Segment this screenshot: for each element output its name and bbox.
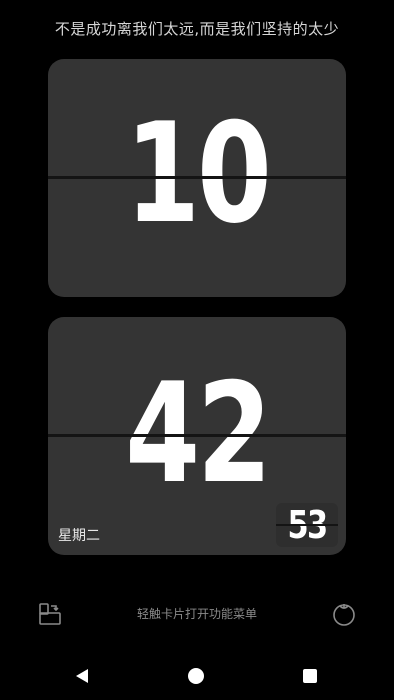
seconds-flip-card: 53 bbox=[276, 503, 338, 547]
motto-text: 不是成功离我们太远,而是我们坚持的太少 bbox=[54, 20, 340, 38]
recent-apps-icon[interactable] bbox=[303, 669, 317, 683]
flip-divider bbox=[48, 434, 346, 437]
tomato-icon[interactable] bbox=[331, 601, 357, 627]
minutes-flip-card[interactable]: 42 星期二 53 bbox=[48, 317, 346, 555]
hours-flip-card[interactable]: 10 bbox=[48, 59, 346, 297]
weekday-label: 星期二 bbox=[58, 528, 100, 544]
flip-divider bbox=[276, 524, 338, 526]
system-navigation-bar bbox=[0, 652, 394, 700]
back-icon[interactable] bbox=[74, 668, 90, 684]
home-icon[interactable] bbox=[188, 668, 204, 684]
bottom-toolbar: 轻触卡片打开功能菜单 bbox=[0, 590, 394, 638]
flip-divider bbox=[48, 176, 346, 179]
hours-digits: 10 bbox=[125, 93, 272, 254]
